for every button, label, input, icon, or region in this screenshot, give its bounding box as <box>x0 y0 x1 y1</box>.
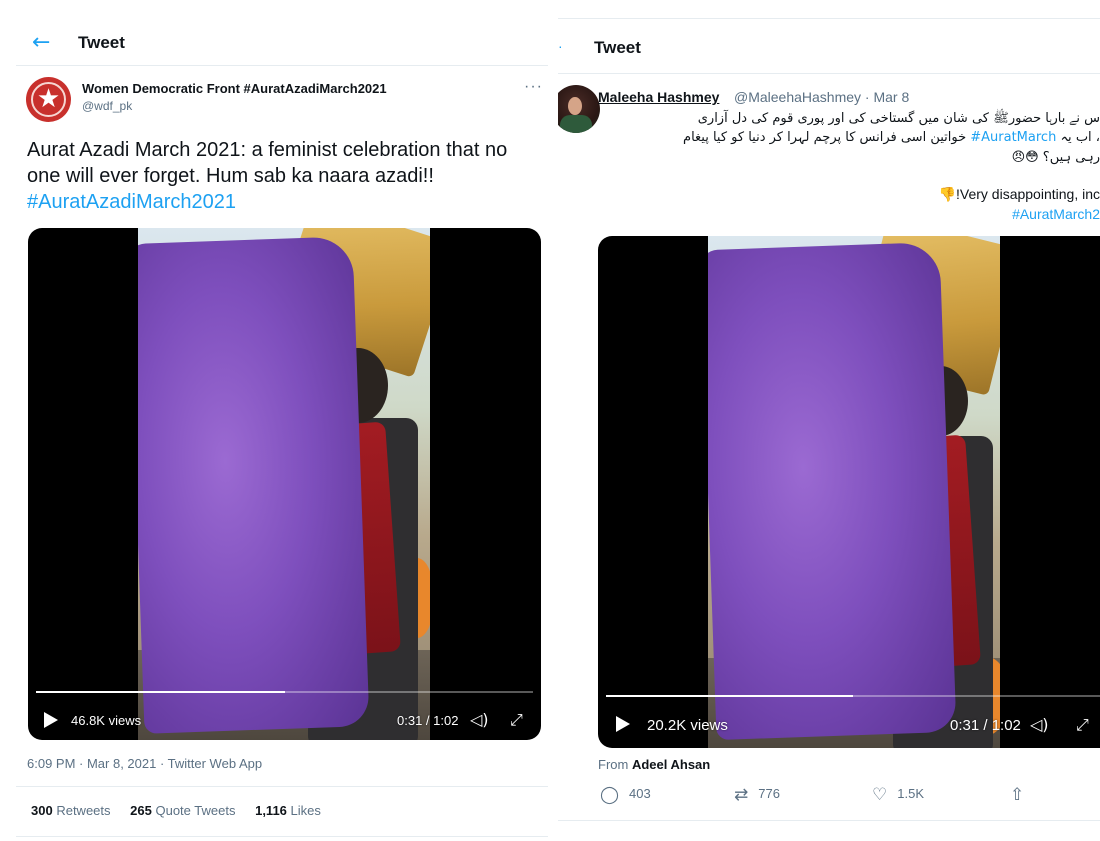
tweet-text: Aurat Azadi March 2021: a feminist celeb… <box>27 137 542 215</box>
hashtag-link[interactable]: #AuratMarch2 <box>1012 206 1100 222</box>
tweet-text-line1: س نے بارہا حضورﷺ کی شان میں گستاخی کی او… <box>697 111 1100 126</box>
tweet-timestamp[interactable]: 6:09 PM · Mar 8, 2021 · Twitter Web App <box>27 756 262 771</box>
more-options-icon[interactable]: ··· <box>524 78 543 96</box>
purple-cloth <box>138 236 370 734</box>
volume-icon[interactable]: ◁) <box>1030 716 1049 734</box>
volume-icon[interactable]: ◁) <box>470 711 489 729</box>
tweet-header: ← Tweet <box>16 26 548 66</box>
divider <box>558 18 1100 19</box>
video-time: 0:31 / 1:02 <box>950 717 1021 734</box>
retweet-icon: ⇄ <box>734 785 749 805</box>
retweet-count: 776 <box>758 786 780 801</box>
divider <box>16 786 548 787</box>
tweet-body: Aurat Azadi March 2021: a feminist celeb… <box>27 139 508 187</box>
share-button[interactable]: ⇧ <box>1010 785 1034 805</box>
heart-icon: ♡ <box>872 785 888 805</box>
purple-cloth <box>708 241 957 741</box>
fullscreen-icon[interactable]: ⤢ <box>510 711 523 729</box>
retweets-count: 300 <box>31 803 53 818</box>
tweet-text-english: 👎!Very disappointing, inc <box>938 186 1100 202</box>
quotes-count: 265 <box>130 803 152 818</box>
back-arrow-icon[interactable]: · <box>558 38 563 54</box>
reply-icon: ◯ <box>600 785 620 805</box>
left-tweet-panel: ← Tweet ★ Women Democratic Front #AuratA… <box>0 0 552 841</box>
video-time: 0:31 / 1:02 <box>397 713 459 728</box>
like-button[interactable]: ♡ 1.5K <box>872 785 924 805</box>
avatar[interactable] <box>558 85 600 133</box>
tweet-text-line2: ، اب یہ #AuratMarch خواتین اسی فرانس کا … <box>683 130 1100 145</box>
author-name[interactable]: Maleeha Hashmey <box>598 89 719 105</box>
video-player[interactable]: 20.2K views 0:31 / 1:02 ◁) ⤢ <box>598 236 1100 748</box>
hashtag-link[interactable]: #AuratMarch <box>970 130 1056 145</box>
progress-bar[interactable] <box>606 695 1100 697</box>
view-count: 46.8K views <box>71 713 142 728</box>
from-label: From <box>598 757 629 772</box>
play-icon[interactable] <box>616 716 630 732</box>
view-count: 20.2K views <box>647 717 728 734</box>
right-tweet-panel: · Tweet Maleeha Hashmey @MaleehaHashmey … <box>558 0 1100 841</box>
author-name[interactable]: Women Democratic Front #AuratAzadiMarch2… <box>82 81 387 96</box>
video-frame <box>138 228 430 740</box>
divider <box>16 836 548 837</box>
page-title: Tweet <box>78 33 125 52</box>
tweet-actions: ◯ 403 ⇄ 776 ♡ 1.5K ⇧ <box>598 785 1058 807</box>
divider <box>558 73 1100 74</box>
page-title: Tweet <box>594 38 641 57</box>
back-arrow-icon[interactable]: ← <box>32 32 50 54</box>
hashtag-link[interactable]: #AuratAzadiMarch2021 <box>27 191 236 213</box>
star-logo-icon: ★ <box>36 84 61 114</box>
tweet-text-line3: رہی ہیں؟ 😳😠 <box>1011 150 1100 165</box>
avatar-clothing <box>560 115 592 133</box>
retweet-button[interactable]: ⇄ 776 <box>734 785 780 805</box>
author-handle[interactable]: @wdf_pk <box>82 99 132 113</box>
author-handle[interactable]: @MaleehaHashmey · Mar 8 <box>734 89 909 105</box>
likes-stat[interactable]: 1,116 Likes <box>255 803 321 818</box>
fullscreen-icon[interactable]: ⤢ <box>1076 716 1089 734</box>
reply-count: 403 <box>629 786 651 801</box>
avatar[interactable]: ★ <box>26 77 71 122</box>
share-icon: ⇧ <box>1010 785 1025 805</box>
quotes-label: Quote Tweets <box>155 803 236 818</box>
from-attribution: From Adeel Ahsan <box>598 757 710 772</box>
like-count: 1.5K <box>897 786 924 801</box>
reply-button[interactable]: ◯ 403 <box>600 785 651 805</box>
tweet-text-fragment: ، اب یہ <box>1056 130 1100 145</box>
retweets-label: Retweets <box>56 803 111 818</box>
progress-fill <box>606 695 853 697</box>
video-frame <box>708 236 1000 748</box>
play-icon[interactable] <box>44 712 58 728</box>
divider <box>558 820 1100 821</box>
quotes-stat[interactable]: 265 Quote Tweets <box>130 803 235 818</box>
progress-fill <box>36 691 285 693</box>
likes-label: Likes <box>290 803 321 818</box>
avatar-face <box>568 97 582 115</box>
progress-bar[interactable] <box>36 691 533 693</box>
from-name[interactable]: Adeel Ahsan <box>632 757 710 772</box>
retweets-stat[interactable]: 300 Retweets <box>31 803 111 818</box>
tweet-stats: 300 Retweets 265 Quote Tweets 1,116 Like… <box>31 803 321 818</box>
video-player[interactable]: 46.8K views 0:31 / 1:02 ◁) ⤢ <box>28 228 541 740</box>
likes-count: 1,116 <box>255 803 287 818</box>
tweet-text-fragment: خواتین اسی فرانس کا پرچم لہرا کر دنیا کو… <box>683 130 971 145</box>
